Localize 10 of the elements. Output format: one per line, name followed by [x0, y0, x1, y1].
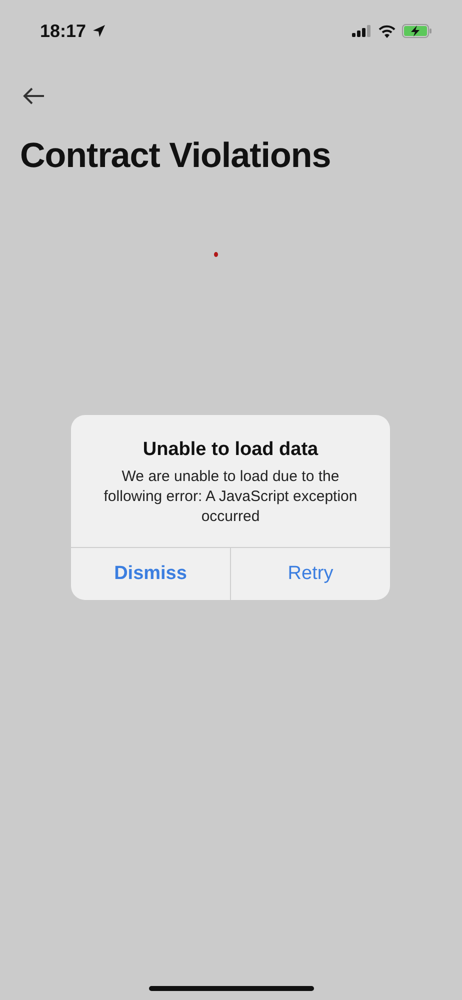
alert-button[interactable]: Dismiss — [71, 548, 230, 600]
status-time: 18:17 — [40, 20, 86, 42]
alert-title: Unable to load data — [142, 439, 320, 461]
alert-button[interactable]: Retry — [230, 548, 390, 600]
loading-dot-icon — [214, 252, 218, 257]
alert-message: We are unable to load due to the following error: A JavaScript exception occurred — [102, 467, 358, 527]
signal-icon — [352, 25, 372, 37]
wifi-icon — [378, 24, 396, 38]
page-title: Contract Violations — [20, 136, 332, 176]
location-arrow-icon — [92, 24, 106, 38]
